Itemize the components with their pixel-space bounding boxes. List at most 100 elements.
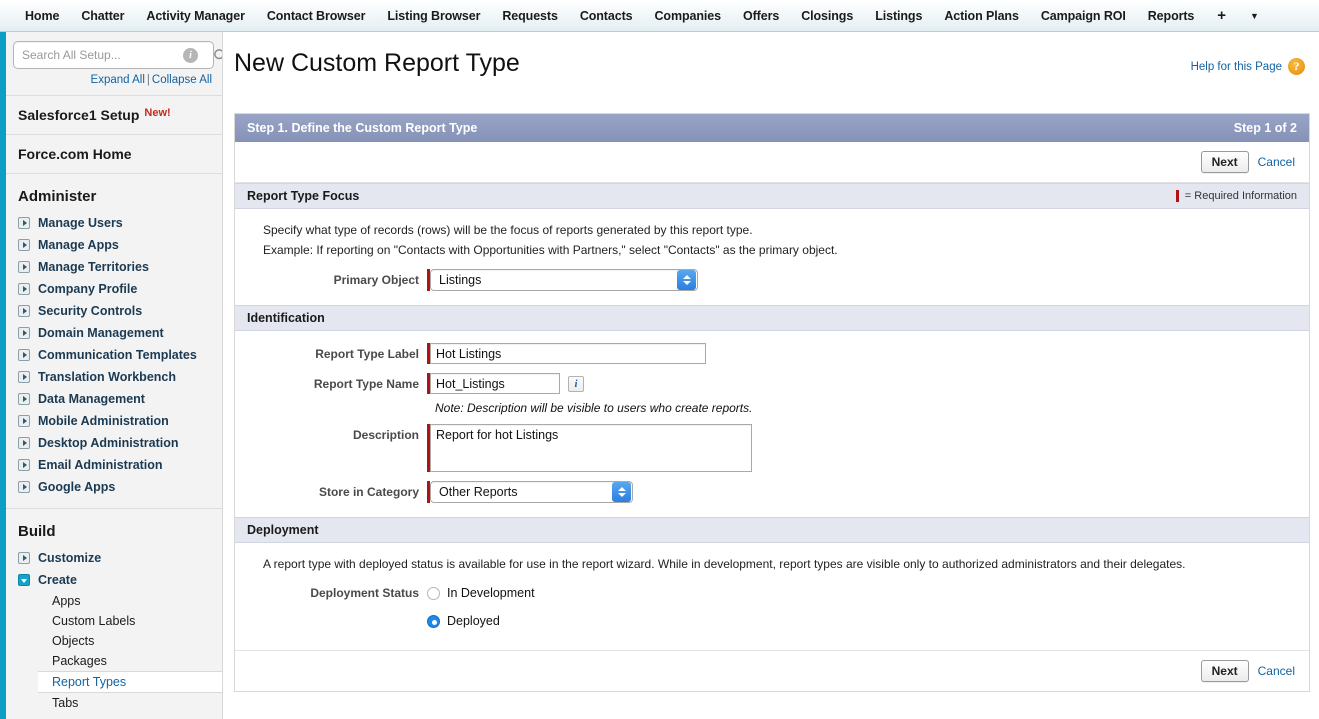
sidebar-item-custom-labels[interactable]: Custom Labels bbox=[6, 611, 222, 631]
sidebar-item-translation-workbench[interactable]: Translation Workbench bbox=[6, 366, 222, 388]
sidebar-item-google-apps[interactable]: Google Apps bbox=[6, 476, 222, 498]
sidebar-item-report-types[interactable]: Report Types bbox=[38, 671, 223, 693]
expand-chevron-right-icon[interactable] bbox=[18, 437, 30, 449]
sidebar-item-mobile-administration[interactable]: Mobile Administration bbox=[6, 410, 222, 432]
expand-chevron-right-icon[interactable] bbox=[18, 481, 30, 493]
info-icon[interactable]: i bbox=[568, 376, 584, 392]
chevron-updown-icon[interactable] bbox=[677, 270, 696, 290]
store-in-category-control: Other Reports bbox=[427, 481, 633, 503]
expand-chevron-right-icon[interactable] bbox=[18, 239, 30, 251]
sidebar-item-forcecom-home[interactable]: Force.com Home bbox=[6, 135, 222, 174]
cancel-link-top[interactable]: Cancel bbox=[1258, 155, 1295, 169]
tab-companies[interactable]: Companies bbox=[644, 1, 732, 31]
chevron-updown-icon[interactable] bbox=[612, 482, 631, 502]
description-textarea[interactable]: Report for hot Listings bbox=[430, 424, 752, 472]
help-for-this-page[interactable]: Help for this Page ? bbox=[1191, 58, 1305, 75]
expand-all-link[interactable]: Expand All bbox=[91, 74, 145, 86]
sidebar-item-data-management[interactable]: Data Management bbox=[6, 388, 222, 410]
tab-contacts[interactable]: Contacts bbox=[569, 1, 644, 31]
sidebar-item-manage-territories[interactable]: Manage Territories bbox=[6, 256, 222, 278]
collapse-chevron-down-icon[interactable] bbox=[18, 574, 30, 586]
sidebar-item-label: Data Management bbox=[38, 390, 145, 408]
sidebar-item-label: Translation Workbench bbox=[38, 368, 176, 386]
section-header-identification: Identification bbox=[235, 305, 1309, 331]
required-legend-text: = Required Information bbox=[1185, 190, 1297, 202]
info-icon[interactable]: i bbox=[183, 48, 198, 63]
sidebar-section-build: Build bbox=[6, 509, 222, 547]
description-control: Report for hot Listings bbox=[427, 424, 752, 472]
report-type-name-input[interactable] bbox=[430, 373, 560, 394]
sidebar-item-label: Create bbox=[38, 571, 77, 589]
add-tab-button[interactable]: + bbox=[1205, 1, 1238, 31]
expand-chevron-right-icon[interactable] bbox=[18, 552, 30, 564]
sidebar-item-tabs[interactable]: Tabs bbox=[6, 693, 222, 713]
tab-offers[interactable]: Offers bbox=[732, 1, 790, 31]
sidebar-item-company-profile[interactable]: Company Profile bbox=[6, 278, 222, 300]
sidebar-item-label: Security Controls bbox=[38, 302, 142, 320]
radio-option-in-development[interactable]: In Development bbox=[427, 586, 535, 600]
setup-sidebar: i Expand All|Collapse All Salesforce1 Se… bbox=[6, 32, 223, 719]
sidebar-item-packages[interactable]: Packages bbox=[6, 651, 222, 671]
search-input[interactable] bbox=[14, 48, 183, 62]
help-link-text[interactable]: Help for this Page bbox=[1191, 61, 1282, 73]
sidebar-item-salesforce1-setup[interactable]: Salesforce1 SetupNew! bbox=[6, 95, 222, 135]
sidebar-item-domain-management[interactable]: Domain Management bbox=[6, 322, 222, 344]
sidebar-item-apps[interactable]: Apps bbox=[6, 591, 222, 611]
store-in-category-select[interactable]: Other Reports bbox=[430, 481, 633, 503]
tab-campaign-roi[interactable]: Campaign ROI bbox=[1030, 1, 1137, 31]
sidebar-item-desktop-administration[interactable]: Desktop Administration bbox=[6, 432, 222, 454]
tab-contact-browser[interactable]: Contact Browser bbox=[256, 1, 377, 31]
sidebar-item-security-controls[interactable]: Security Controls bbox=[6, 300, 222, 322]
expand-chevron-right-icon[interactable] bbox=[18, 305, 30, 317]
radio-icon[interactable] bbox=[427, 587, 440, 600]
sidebar-item-customize[interactable]: Customize bbox=[6, 547, 222, 569]
expand-chevron-right-icon[interactable] bbox=[18, 217, 30, 229]
report-type-label-input[interactable] bbox=[430, 343, 706, 364]
expand-chevron-right-icon[interactable] bbox=[18, 393, 30, 405]
next-button-bottom[interactable]: Next bbox=[1201, 660, 1249, 682]
tab-action-plans[interactable]: Action Plans bbox=[933, 1, 1030, 31]
setup-search-box[interactable]: i bbox=[13, 41, 214, 69]
expand-chevron-right-icon[interactable] bbox=[18, 371, 30, 383]
tab-listings[interactable]: Listings bbox=[864, 1, 933, 31]
more-tabs-chevron-down-icon[interactable]: ▼ bbox=[1238, 1, 1271, 31]
sidebar-item-objects[interactable]: Objects bbox=[6, 631, 222, 651]
cancel-link-bottom[interactable]: Cancel bbox=[1258, 664, 1295, 678]
field-deployment-status: Deployment Status In Development Deploye… bbox=[235, 586, 1309, 628]
tab-chatter[interactable]: Chatter bbox=[70, 1, 135, 31]
section-body-report-type-focus: Specify what type of records (rows) will… bbox=[235, 209, 1309, 305]
sidebar-item-email-administration[interactable]: Email Administration bbox=[6, 454, 222, 476]
sidebar-item-label: Company Profile bbox=[38, 280, 137, 298]
collapse-all-link[interactable]: Collapse All bbox=[152, 74, 212, 86]
expand-chevron-right-icon[interactable] bbox=[18, 459, 30, 471]
report-type-label-label: Report Type Label bbox=[235, 343, 427, 361]
expand-chevron-right-icon[interactable] bbox=[18, 283, 30, 295]
expand-chevron-right-icon[interactable] bbox=[18, 327, 30, 339]
tab-home[interactable]: Home bbox=[14, 1, 70, 31]
sidebar-item-create[interactable]: Create bbox=[6, 569, 222, 591]
main-content: New Custom Report Type Help for this Pag… bbox=[224, 32, 1319, 719]
sidebar-item-manage-apps[interactable]: Manage Apps bbox=[6, 234, 222, 256]
tab-closings[interactable]: Closings bbox=[790, 1, 864, 31]
help-question-icon[interactable]: ? bbox=[1288, 58, 1305, 75]
expand-chevron-right-icon[interactable] bbox=[18, 261, 30, 273]
sidebar-item-manage-users[interactable]: Manage Users bbox=[6, 212, 222, 234]
radio-option-deployed[interactable]: Deployed bbox=[427, 614, 535, 628]
expand-chevron-right-icon[interactable] bbox=[18, 415, 30, 427]
sidebar-item-label: Manage Territories bbox=[38, 258, 149, 276]
search-icon[interactable] bbox=[205, 42, 223, 68]
store-in-category-value: Other Reports bbox=[431, 485, 612, 499]
tab-reports[interactable]: Reports bbox=[1137, 1, 1206, 31]
primary-object-select[interactable]: Listings bbox=[430, 269, 698, 291]
sidebar-item-label: Desktop Administration bbox=[38, 434, 179, 452]
sidebar-item-communication-templates[interactable]: Communication Templates bbox=[6, 344, 222, 366]
expand-chevron-right-icon[interactable] bbox=[18, 349, 30, 361]
next-button-top[interactable]: Next bbox=[1201, 151, 1249, 173]
radio-icon-selected[interactable] bbox=[427, 615, 440, 628]
sidebar-item-label: Communication Templates bbox=[38, 346, 197, 364]
report-type-wizard-panel: Step 1. Define the Custom Report Type St… bbox=[234, 113, 1310, 692]
page-title: New Custom Report Type bbox=[234, 49, 520, 78]
tab-requests[interactable]: Requests bbox=[491, 1, 568, 31]
tab-activity-manager[interactable]: Activity Manager bbox=[135, 1, 255, 31]
tab-listing-browser[interactable]: Listing Browser bbox=[376, 1, 491, 31]
